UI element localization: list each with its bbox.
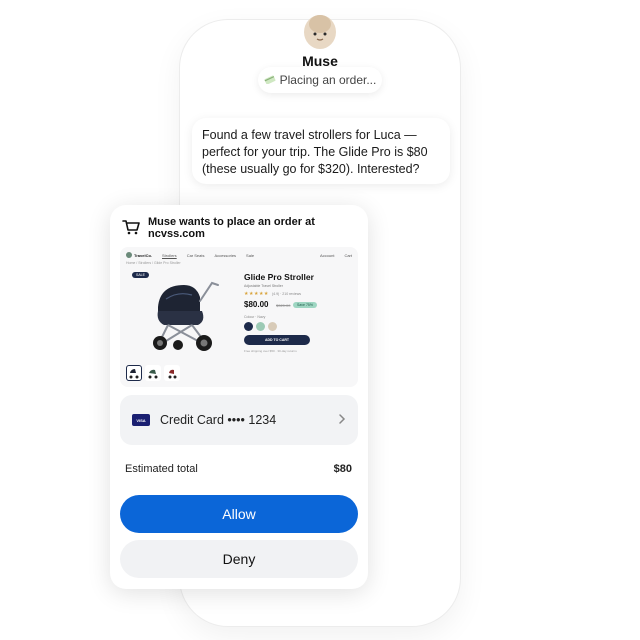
assistant-message-bubble: Found a few travel strollers for Luca — … xyxy=(192,118,450,184)
payment-method-row[interactable]: VISA Credit Card •••• 1234 xyxy=(120,395,358,445)
permission-title: Muse wants to place an order at ncvss.co… xyxy=(148,216,315,240)
estimated-total-amount: $80 xyxy=(333,463,352,475)
thumbnail-1[interactable] xyxy=(126,365,142,381)
thumbnail-3[interactable] xyxy=(164,365,180,381)
assistant-message-text: Found a few travel strollers for Luca — … xyxy=(202,128,428,176)
shopping-cart-icon xyxy=(122,219,140,238)
thumbnail-2[interactable] xyxy=(145,365,161,381)
sale-badge: SALE xyxy=(132,272,149,278)
permission-header: Muse wants to place an order at ncvss.co… xyxy=(122,216,358,240)
shipping-note: Free shipping over $50 · 30-day returns xyxy=(244,349,297,353)
nav-item-sale: Sale xyxy=(246,252,255,258)
color-swatch-sage[interactable] xyxy=(256,322,265,331)
product-subtitle: Adjustable Travel Stroller xyxy=(244,284,283,288)
original-price: $320.00 xyxy=(276,303,291,308)
assistant-avatar xyxy=(302,10,338,50)
nav-item-cart: Cart xyxy=(344,252,352,258)
estimated-total-row: Estimated total $80 xyxy=(125,463,352,475)
color-swatch-navy[interactable] xyxy=(244,322,253,331)
add-to-cart-button[interactable]: ADD TO CART xyxy=(244,335,310,345)
order-permission-card: Muse wants to place an order at ncvss.co… xyxy=(110,205,368,589)
nav-item-accessories: Accessories xyxy=(214,252,237,258)
preview-navbar: TravelCo. Strollers Car Seats Accessorie… xyxy=(126,251,352,259)
review-count: (4.9) · 210 reviews xyxy=(272,292,301,296)
nav-item-strollers: Strollers xyxy=(162,252,177,258)
color-label: Colour · Navy xyxy=(244,315,266,319)
payment-method-label: Credit Card •••• 1234 xyxy=(160,413,277,427)
color-swatch-sand[interactable] xyxy=(268,322,277,331)
product-preview[interactable]: TravelCo. Strollers Car Seats Accessorie… xyxy=(120,247,358,387)
discount-badge: Save 75% xyxy=(293,302,317,308)
card-icon xyxy=(264,73,276,87)
chevron-right-icon xyxy=(338,413,346,428)
allow-button[interactable]: Allow xyxy=(120,495,358,533)
store-logo-icon xyxy=(126,252,132,258)
estimated-total-label: Estimated total xyxy=(125,463,198,475)
star-rating: ★★★★★ xyxy=(244,291,269,297)
nav-item-car-seats: Car Seats xyxy=(186,252,205,258)
status-pill: Placing an order... xyxy=(258,67,382,93)
store-name: TravelCo. xyxy=(134,252,153,258)
preview-breadcrumb: Home / Strollers / Glide Pro Stroller xyxy=(126,261,181,265)
product-title: Glide Pro Stroller xyxy=(244,272,314,282)
visa-card-icon: VISA xyxy=(132,414,150,426)
status-text: Placing an order... xyxy=(279,73,377,87)
nav-item-account: Account xyxy=(319,252,335,258)
stroller-image xyxy=(148,277,230,358)
product-price: $80.00 xyxy=(244,300,269,309)
deny-button[interactable]: Deny xyxy=(120,540,358,578)
